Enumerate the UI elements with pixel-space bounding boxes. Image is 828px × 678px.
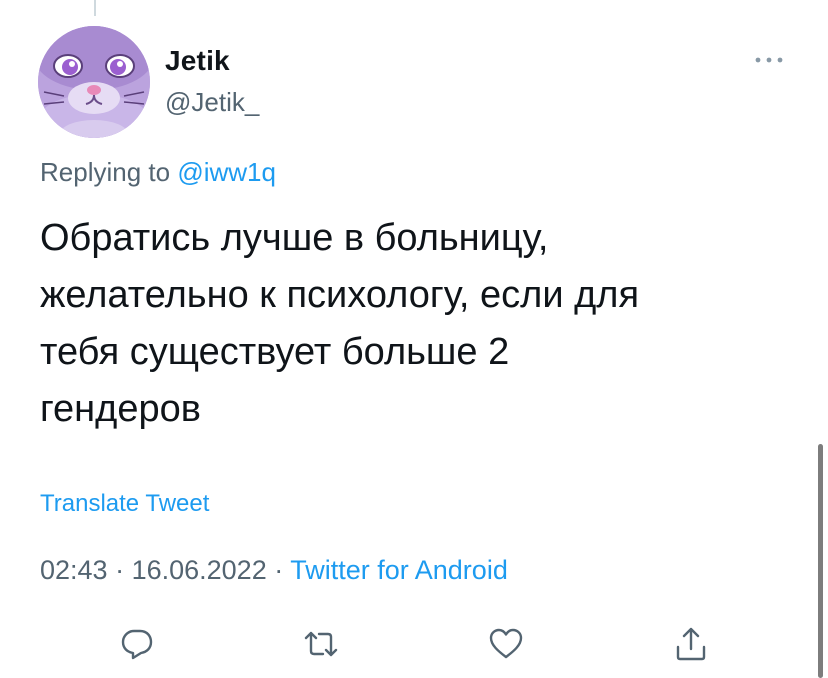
like-icon xyxy=(489,628,523,659)
more-horizontal-icon[interactable] xyxy=(752,50,786,70)
cat-avatar-image xyxy=(38,26,150,138)
replying-to-line: Replying to @iww1q xyxy=(40,157,276,188)
tweet-detail: Jetik @Jetik_ Replying to @iww1q Обратис… xyxy=(0,0,828,678)
share-button[interactable] xyxy=(667,620,715,668)
share-icon xyxy=(676,627,706,661)
tweet-text: Обратись лучше в больницу, желательно к … xyxy=(40,210,800,438)
replying-to-label: Replying to xyxy=(40,157,171,187)
scrollbar[interactable] xyxy=(818,444,823,678)
tweet-text-line: тебя существует больше 2 xyxy=(40,331,510,373)
tweet-date[interactable]: 16.06.2022 xyxy=(132,555,267,585)
meta-separator: · xyxy=(107,555,132,585)
retweet-icon xyxy=(304,631,338,657)
tweet-source-link[interactable]: Twitter for Android xyxy=(290,555,508,585)
avatar[interactable] xyxy=(38,26,150,138)
meta-separator: · xyxy=(266,555,291,585)
reply-mention-link[interactable]: @iww1q xyxy=(177,157,276,187)
tweet-text-line: Обратись лучше в больницу, xyxy=(40,217,549,259)
reply-icon xyxy=(121,629,153,660)
thread-connector-line xyxy=(94,0,96,16)
tweet-time[interactable]: 02:43 xyxy=(40,555,108,585)
retweet-button[interactable] xyxy=(297,620,345,668)
tweet-text-line: гендеров xyxy=(40,388,201,430)
translate-tweet-link[interactable]: Translate Tweet xyxy=(40,490,209,518)
tweet-metadata: 02:43 · 16.06.2022 · Twitter for Android xyxy=(40,555,508,586)
like-button[interactable] xyxy=(482,620,530,668)
user-handle[interactable]: @Jetik_ xyxy=(165,87,259,118)
tweet-text-line: желательно к психологу, если для xyxy=(40,274,640,316)
reply-button[interactable] xyxy=(113,620,161,668)
display-name[interactable]: Jetik xyxy=(165,45,230,77)
